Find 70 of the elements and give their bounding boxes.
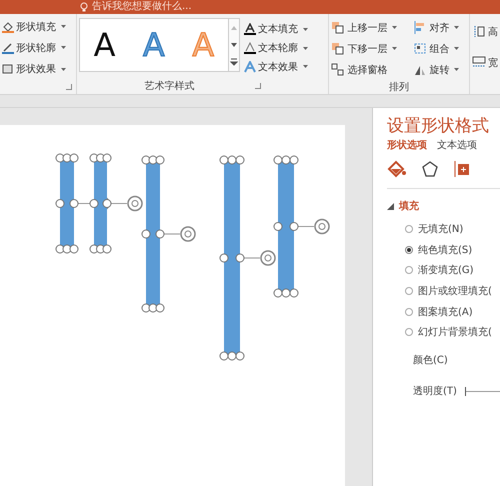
backward-button[interactable]: 下移一层 [329, 39, 412, 58]
paint-bucket-icon[interactable] [387, 160, 407, 178]
selected-rectangle[interactable] [142, 156, 196, 312]
caret-icon [392, 26, 398, 29]
text-fill-button[interactable]: 文本填充 [242, 20, 310, 39]
paint-bucket-icon [2, 20, 14, 33]
caret-icon [302, 65, 308, 68]
more-icon[interactable] [230, 58, 238, 66]
align-button[interactable]: 对齐 [411, 18, 468, 37]
fill-option-label[interactable]: 纯色填充(S) [418, 242, 472, 257]
selected-rectangle[interactable] [220, 156, 276, 360]
bring-forward-icon [331, 21, 346, 34]
pane-tab[interactable]: 形状选项 [387, 138, 427, 152]
caret-icon [454, 26, 460, 29]
fill-option-label[interactable]: 无填充(N) [418, 222, 464, 236]
width-field[interactable]: 宽 [470, 53, 500, 72]
fill-option-label[interactable]: 图片或纹理填充( [418, 284, 492, 298]
group-label: 排列 [389, 80, 410, 94]
scroll-down-icon[interactable] [230, 40, 238, 49]
group-label: 艺术字样式 [144, 80, 195, 93]
transparency-label: 透明度(T) [413, 384, 457, 398]
caret-icon [454, 68, 460, 71]
radio-button[interactable] [405, 287, 413, 296]
radio-button[interactable] [405, 246, 413, 254]
radio-button[interactable] [405, 328, 413, 336]
wordart-gallery[interactable]: A A A [78, 18, 229, 72]
radio-button[interactable] [405, 266, 413, 274]
pane-title: 设置形状格式 [387, 115, 490, 137]
expand-icon [387, 202, 394, 210]
pentagon-icon[interactable] [421, 160, 439, 178]
caret-icon [302, 28, 308, 31]
fill-option-label[interactable]: 图案填充(A) [418, 304, 473, 319]
selected-rectangle[interactable] [274, 156, 330, 298]
width-icon [472, 56, 486, 69]
text-effect-button[interactable]: 文本效果 [242, 57, 310, 76]
text-outline-button[interactable]: 文本轮廓 [242, 38, 310, 58]
tell-me-text[interactable]: 告诉我您想要做什么... [92, 1, 192, 13]
fill-button[interactable]: 形状填充 [0, 17, 68, 36]
pen-icon [2, 42, 14, 54]
selected-rectangle[interactable] [90, 154, 143, 254]
letter-a-glow-icon [244, 60, 256, 73]
fill-section-header[interactable]: 填充 [387, 199, 500, 213]
lightbulb-icon [80, 2, 88, 12]
caret-icon [302, 46, 308, 50]
caret-icon [454, 47, 460, 50]
pane-button[interactable]: 选择窗格 [329, 60, 412, 79]
pane-tab[interactable]: 文本选项 [437, 138, 477, 152]
radio-button[interactable] [405, 308, 413, 316]
fill-option-label[interactable]: 幻灯片背景填充( [418, 325, 492, 340]
group-button[interactable]: 组合 [411, 39, 468, 58]
caret-icon [61, 68, 66, 71]
caret-icon [61, 25, 66, 28]
forward-button[interactable]: 上移一层 [329, 18, 412, 37]
fill-option-label[interactable]: 渐变填充(G) [418, 263, 474, 278]
send-backward-icon [331, 42, 346, 55]
color-label: 颜色(C) [413, 354, 448, 368]
caret-icon [61, 46, 66, 50]
group-icon [413, 42, 428, 55]
height-field[interactable]: 高 [470, 22, 500, 41]
letter-a-icon [244, 23, 256, 36]
caret-icon [392, 47, 398, 50]
size-layout-icon[interactable] [453, 160, 471, 178]
radio-button[interactable] [405, 225, 413, 234]
letter-a-outline-icon [244, 42, 256, 54]
selection-pane-icon [331, 63, 346, 76]
height-icon [472, 25, 486, 38]
effect-button[interactable]: 形状效果 [0, 60, 68, 79]
rotate-button[interactable]: 旋转 [411, 60, 468, 79]
outline-button[interactable]: 形状轮廓 [0, 38, 68, 58]
wordart-style[interactable]: A [94, 26, 116, 64]
